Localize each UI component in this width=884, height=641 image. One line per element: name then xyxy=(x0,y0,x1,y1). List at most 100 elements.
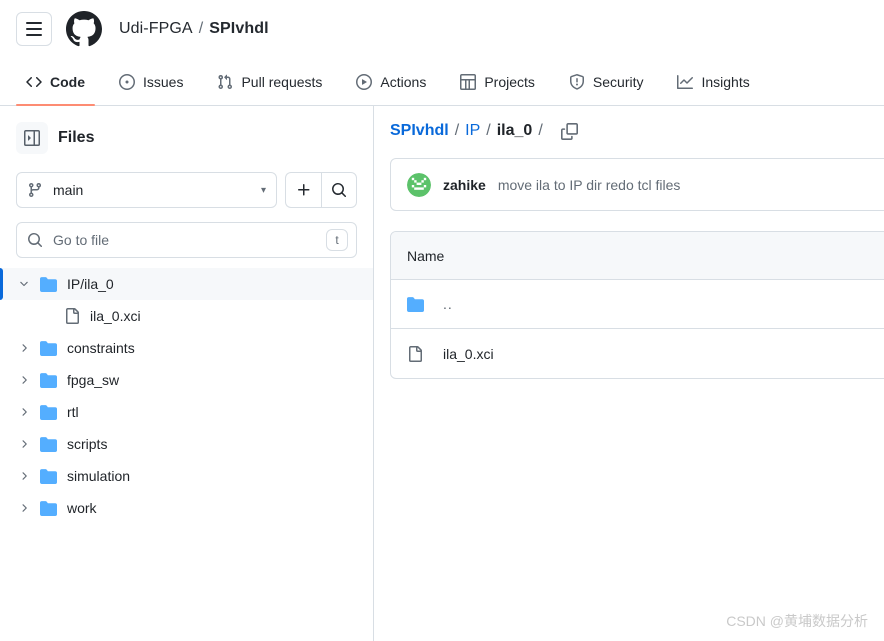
tree-item-label: ila_0.xci xyxy=(90,308,141,324)
copy-path-icon[interactable] xyxy=(560,122,578,140)
tree-item-ila-0-xci[interactable]: ila_0.xci xyxy=(0,300,373,332)
tree-item-label: rtl xyxy=(67,404,79,420)
files-sidebar-header: Files xyxy=(16,122,357,154)
table-header-row: Name xyxy=(391,232,884,280)
tab-security[interactable]: Security xyxy=(559,58,654,105)
chevron-right-icon[interactable] xyxy=(16,470,32,482)
chevron-right-icon[interactable] xyxy=(16,502,32,514)
page-body: Files main ▾ Go to file t IP/ila_0 ila_0… xyxy=(0,106,884,641)
search-icon xyxy=(27,232,43,248)
play-icon xyxy=(356,73,373,90)
tree-item-label: work xyxy=(67,500,97,516)
files-title: Files xyxy=(58,129,95,146)
latest-commit-bar: zahike move ila to IP dir redo tcl files xyxy=(390,158,884,211)
file-icon xyxy=(407,345,427,362)
path-breadcrumb: SPIvhdl / IP / ila_0 / xyxy=(390,122,884,140)
tab-security-label: Security xyxy=(592,73,644,90)
chevron-right-icon[interactable] xyxy=(16,438,32,450)
tree-item-label: constraints xyxy=(67,340,135,356)
table-row[interactable]: .. xyxy=(391,280,884,329)
file-tree: IP/ila_0 ila_0.xci constraints fpga_sw r… xyxy=(0,268,373,524)
chevron-right-icon[interactable] xyxy=(16,406,32,418)
tab-issues-label: Issues xyxy=(143,73,184,90)
breadcrumb-link-repo[interactable]: SPIvhdl xyxy=(390,122,449,140)
keyboard-shortcut-badge: t xyxy=(326,229,348,251)
tree-item-simulation[interactable]: simulation xyxy=(0,460,373,492)
table-row[interactable]: ila_0.xci xyxy=(391,329,884,378)
breadcrumb-separator: / xyxy=(198,20,204,37)
file-listing-table: Name .. ila_0.xci xyxy=(390,231,884,379)
code-icon xyxy=(26,74,42,90)
chevron-down-icon: ▾ xyxy=(260,184,266,196)
tab-pull-requests-label: Pull requests xyxy=(241,73,323,90)
folder-icon xyxy=(40,340,57,357)
chevron-down-icon[interactable] xyxy=(16,278,32,290)
folder-icon xyxy=(407,296,427,313)
tab-actions-label: Actions xyxy=(380,73,427,90)
tree-item-fpga-sw[interactable]: fpga_sw xyxy=(0,364,373,396)
breadcrumb-link-ip[interactable]: IP xyxy=(465,122,480,140)
hamburger-menu-icon[interactable] xyxy=(16,12,52,46)
git-branch-icon xyxy=(27,182,43,198)
tree-item-rtl[interactable]: rtl xyxy=(0,396,373,428)
tree-item-label: simulation xyxy=(67,468,131,484)
file-name-link[interactable]: ila_0.xci xyxy=(443,346,494,362)
main-content: SPIvhdl / IP / ila_0 / zahike move ila t… xyxy=(374,106,884,641)
folder-icon xyxy=(40,500,57,517)
user-avatar-identicon[interactable] xyxy=(407,172,431,197)
folder-icon xyxy=(40,276,57,293)
chevron-right-icon[interactable] xyxy=(16,374,32,386)
go-to-file-placeholder: Go to file xyxy=(53,232,110,248)
branch-name-label: main xyxy=(53,182,84,198)
sidebar-collapse-icon[interactable] xyxy=(16,122,48,154)
tab-issues[interactable]: Issues xyxy=(109,58,193,105)
git-pull-request-icon xyxy=(217,74,233,90)
breadcrumb-current-dir: ila_0 xyxy=(496,122,533,139)
file-name-link[interactable]: .. xyxy=(443,296,453,312)
tab-insights-label: Insights xyxy=(701,73,750,90)
breadcrumb-separator: / xyxy=(538,122,543,139)
chevron-right-icon[interactable] xyxy=(16,342,32,354)
issue-opened-icon xyxy=(119,73,135,90)
github-repository-page: Udi-FPGA / SPIvhdl Code Issues Pull requ… xyxy=(0,0,884,641)
graph-icon xyxy=(677,74,694,90)
tab-projects-label: Projects xyxy=(484,73,535,90)
page-header: Udi-FPGA / SPIvhdl xyxy=(0,0,884,58)
branch-selector[interactable]: main ▾ xyxy=(16,172,277,208)
tab-code[interactable]: Code xyxy=(16,58,95,106)
tree-item-label: IP/ila_0 xyxy=(67,276,114,292)
go-to-file-input[interactable]: Go to file t xyxy=(16,222,357,258)
repository-nav-tabs: Code Issues Pull requests Actions Projec xyxy=(0,58,884,106)
add-file-button[interactable] xyxy=(285,172,321,208)
tab-code-label: Code xyxy=(50,73,85,90)
breadcrumb-separator: / xyxy=(486,122,491,139)
files-sidebar: Files main ▾ Go to file t IP/ila_0 ila_0… xyxy=(0,106,374,641)
breadcrumb-repo[interactable]: SPIvhdl xyxy=(209,20,268,38)
folder-icon xyxy=(40,372,57,389)
tree-item-work[interactable]: work xyxy=(0,492,373,524)
branch-controls-row: main ▾ xyxy=(16,172,357,208)
tab-pull-requests[interactable]: Pull requests xyxy=(207,58,332,105)
tree-item-ip-ila-0[interactable]: IP/ila_0 xyxy=(0,268,373,300)
tree-item-label: scripts xyxy=(67,436,108,452)
commit-author[interactable]: zahike xyxy=(443,177,486,193)
column-header-name: Name xyxy=(407,247,445,264)
tab-insights[interactable]: Insights xyxy=(667,58,759,105)
commit-message[interactable]: move ila to IP dir redo tcl files xyxy=(498,177,681,193)
tab-actions[interactable]: Actions xyxy=(346,58,436,105)
github-logo-icon[interactable] xyxy=(66,11,102,47)
folder-icon xyxy=(40,436,57,453)
sidebar-action-buttons xyxy=(285,172,357,208)
shield-icon xyxy=(569,73,585,90)
watermark: CSDN @黄埔数据分析 xyxy=(726,613,868,629)
breadcrumb-separator: / xyxy=(454,122,460,139)
sidebar-search-icon[interactable] xyxy=(321,172,357,208)
tab-projects[interactable]: Projects xyxy=(450,58,545,105)
table-icon xyxy=(460,73,477,90)
tree-item-constraints[interactable]: constraints xyxy=(0,332,373,364)
tree-item-scripts[interactable]: scripts xyxy=(0,428,373,460)
repository-breadcrumb: Udi-FPGA / SPIvhdl xyxy=(119,20,269,38)
breadcrumb-owner[interactable]: Udi-FPGA xyxy=(119,20,193,38)
file-icon xyxy=(64,308,80,324)
tree-item-label: fpga_sw xyxy=(67,372,120,388)
